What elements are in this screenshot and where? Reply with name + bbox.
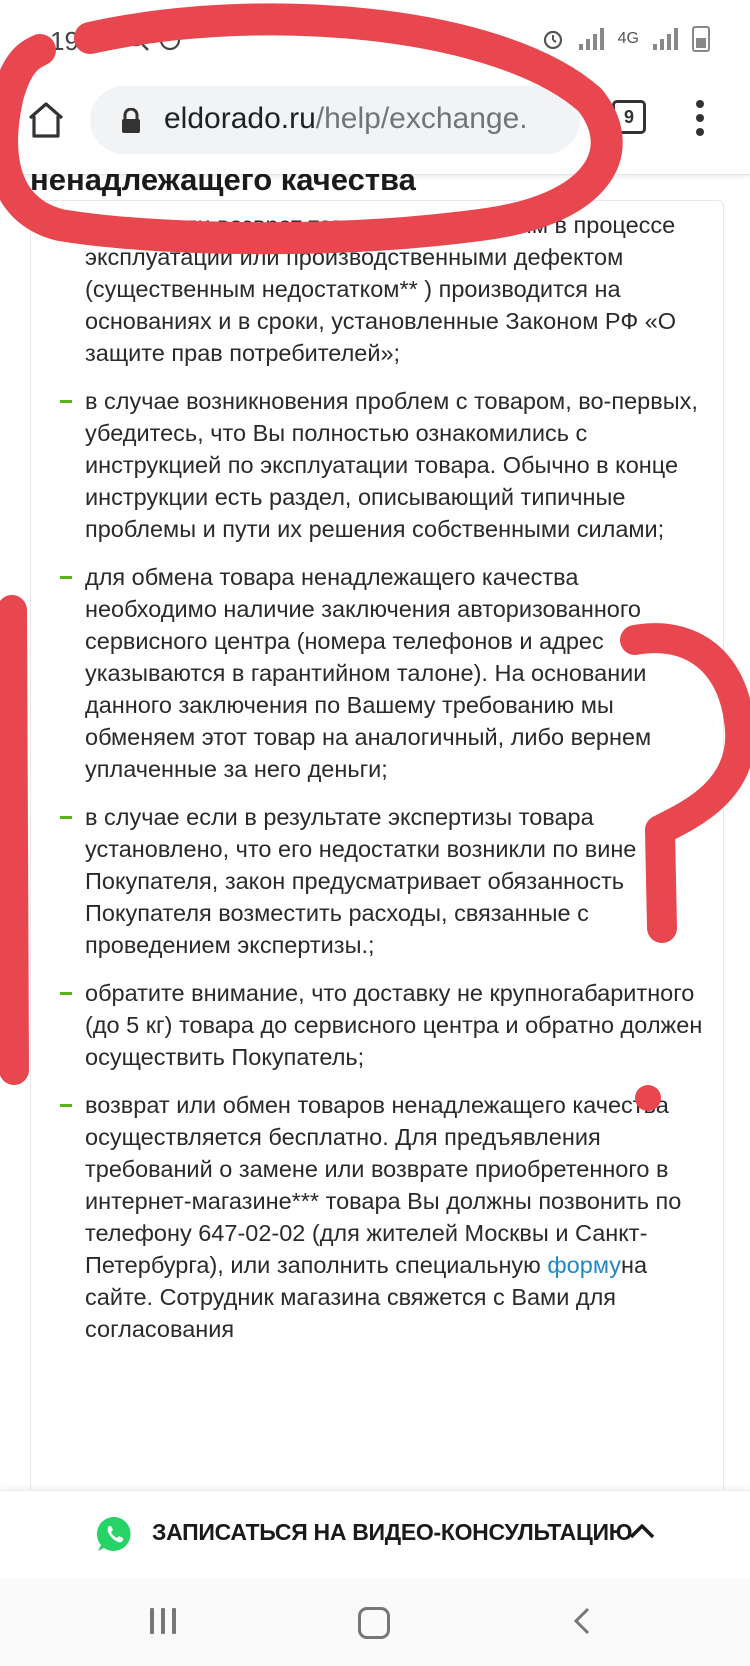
list-item-text-before: возврат или обмен товаров ненадлежащего … [85,1092,682,1278]
status-right: 4G [541,26,710,52]
list-item-text: для обмена товара ненадлежащего качества… [85,564,652,782]
list-item: обратите внимание, что доставку не крупн… [31,977,723,1073]
overflow-menu-icon[interactable] [690,100,710,136]
whatsapp-status-icon [159,29,181,51]
system-nav-bar [0,1578,750,1666]
consultation-label: ЗАПИСАТЬСЯ НА ВИДЕО-КОНСУЛЬТАЦИЮ [152,1519,633,1545]
list-item-text: замена или возврат товара с выявленным в… [85,212,677,366]
list-item: замена или возврат товара с выявленным в… [31,209,723,369]
page-content: ненадлежащего качества замена или возвра… [0,174,750,1490]
section-heading: ненадлежащего качества [30,174,416,197]
status-bar: 19:34 4G [0,0,750,80]
list-item: в случае если в результате экспертизы то… [31,801,723,961]
list-item: для обмена товара ненадлежащего качества… [31,561,723,785]
address-bar[interactable]: eldorado.ru/help/exchange. [90,86,580,154]
signal-icon [578,28,604,50]
list-item: возврат или обмен товаров ненадлежащего … [31,1089,723,1345]
home-icon[interactable] [22,96,70,144]
status-time: 19:34 [50,26,116,56]
list-item-text: в случае возникновения проблем с товаром… [85,388,698,542]
recent-apps-icon[interactable] [150,1608,176,1634]
bullet-dash [60,1104,72,1107]
bullet-dash [60,992,72,995]
bullet-dash [60,400,72,403]
url-domain: eldorado.ru [164,102,316,135]
list-item-text: в случае если в результате экспертизы то… [85,804,637,958]
network-type: 4G [617,30,639,47]
bullet-dash [60,816,72,819]
bullet-dash [60,576,72,579]
status-left-icons [126,28,182,52]
battery-icon [692,26,710,52]
signal-icon [653,28,678,50]
info-card: замена или возврат товара с выявленным в… [30,200,724,1490]
browser-toolbar: eldorado.ru/help/exchange. 9 [0,80,750,175]
back-icon[interactable] [570,1606,594,1636]
home-circle-icon[interactable] [358,1607,390,1639]
video-consultation-banner[interactable]: ЗАПИСАТЬСЯ НА ВИДЕО-КОНСУЛЬТАЦИЮ [0,1490,750,1577]
rules-list: замена или возврат товара с выявленным в… [31,209,723,1361]
list-item: в случае возникновения проблем с товаром… [31,385,723,545]
lock-icon [122,108,140,133]
form-link[interactable]: форму [547,1252,621,1278]
url-text: eldorado.ru/help/exchange. [164,102,528,136]
alarm-icon [543,30,562,50]
whatsapp-icon [96,1516,131,1551]
tabs-icon[interactable]: 9 [612,100,646,134]
chevron-up-icon[interactable] [628,1521,656,1541]
list-item-text: обратите внимание, что доставку не крупн… [85,980,703,1070]
search-icon [127,29,149,51]
url-path: /help/exchange. [315,102,528,135]
